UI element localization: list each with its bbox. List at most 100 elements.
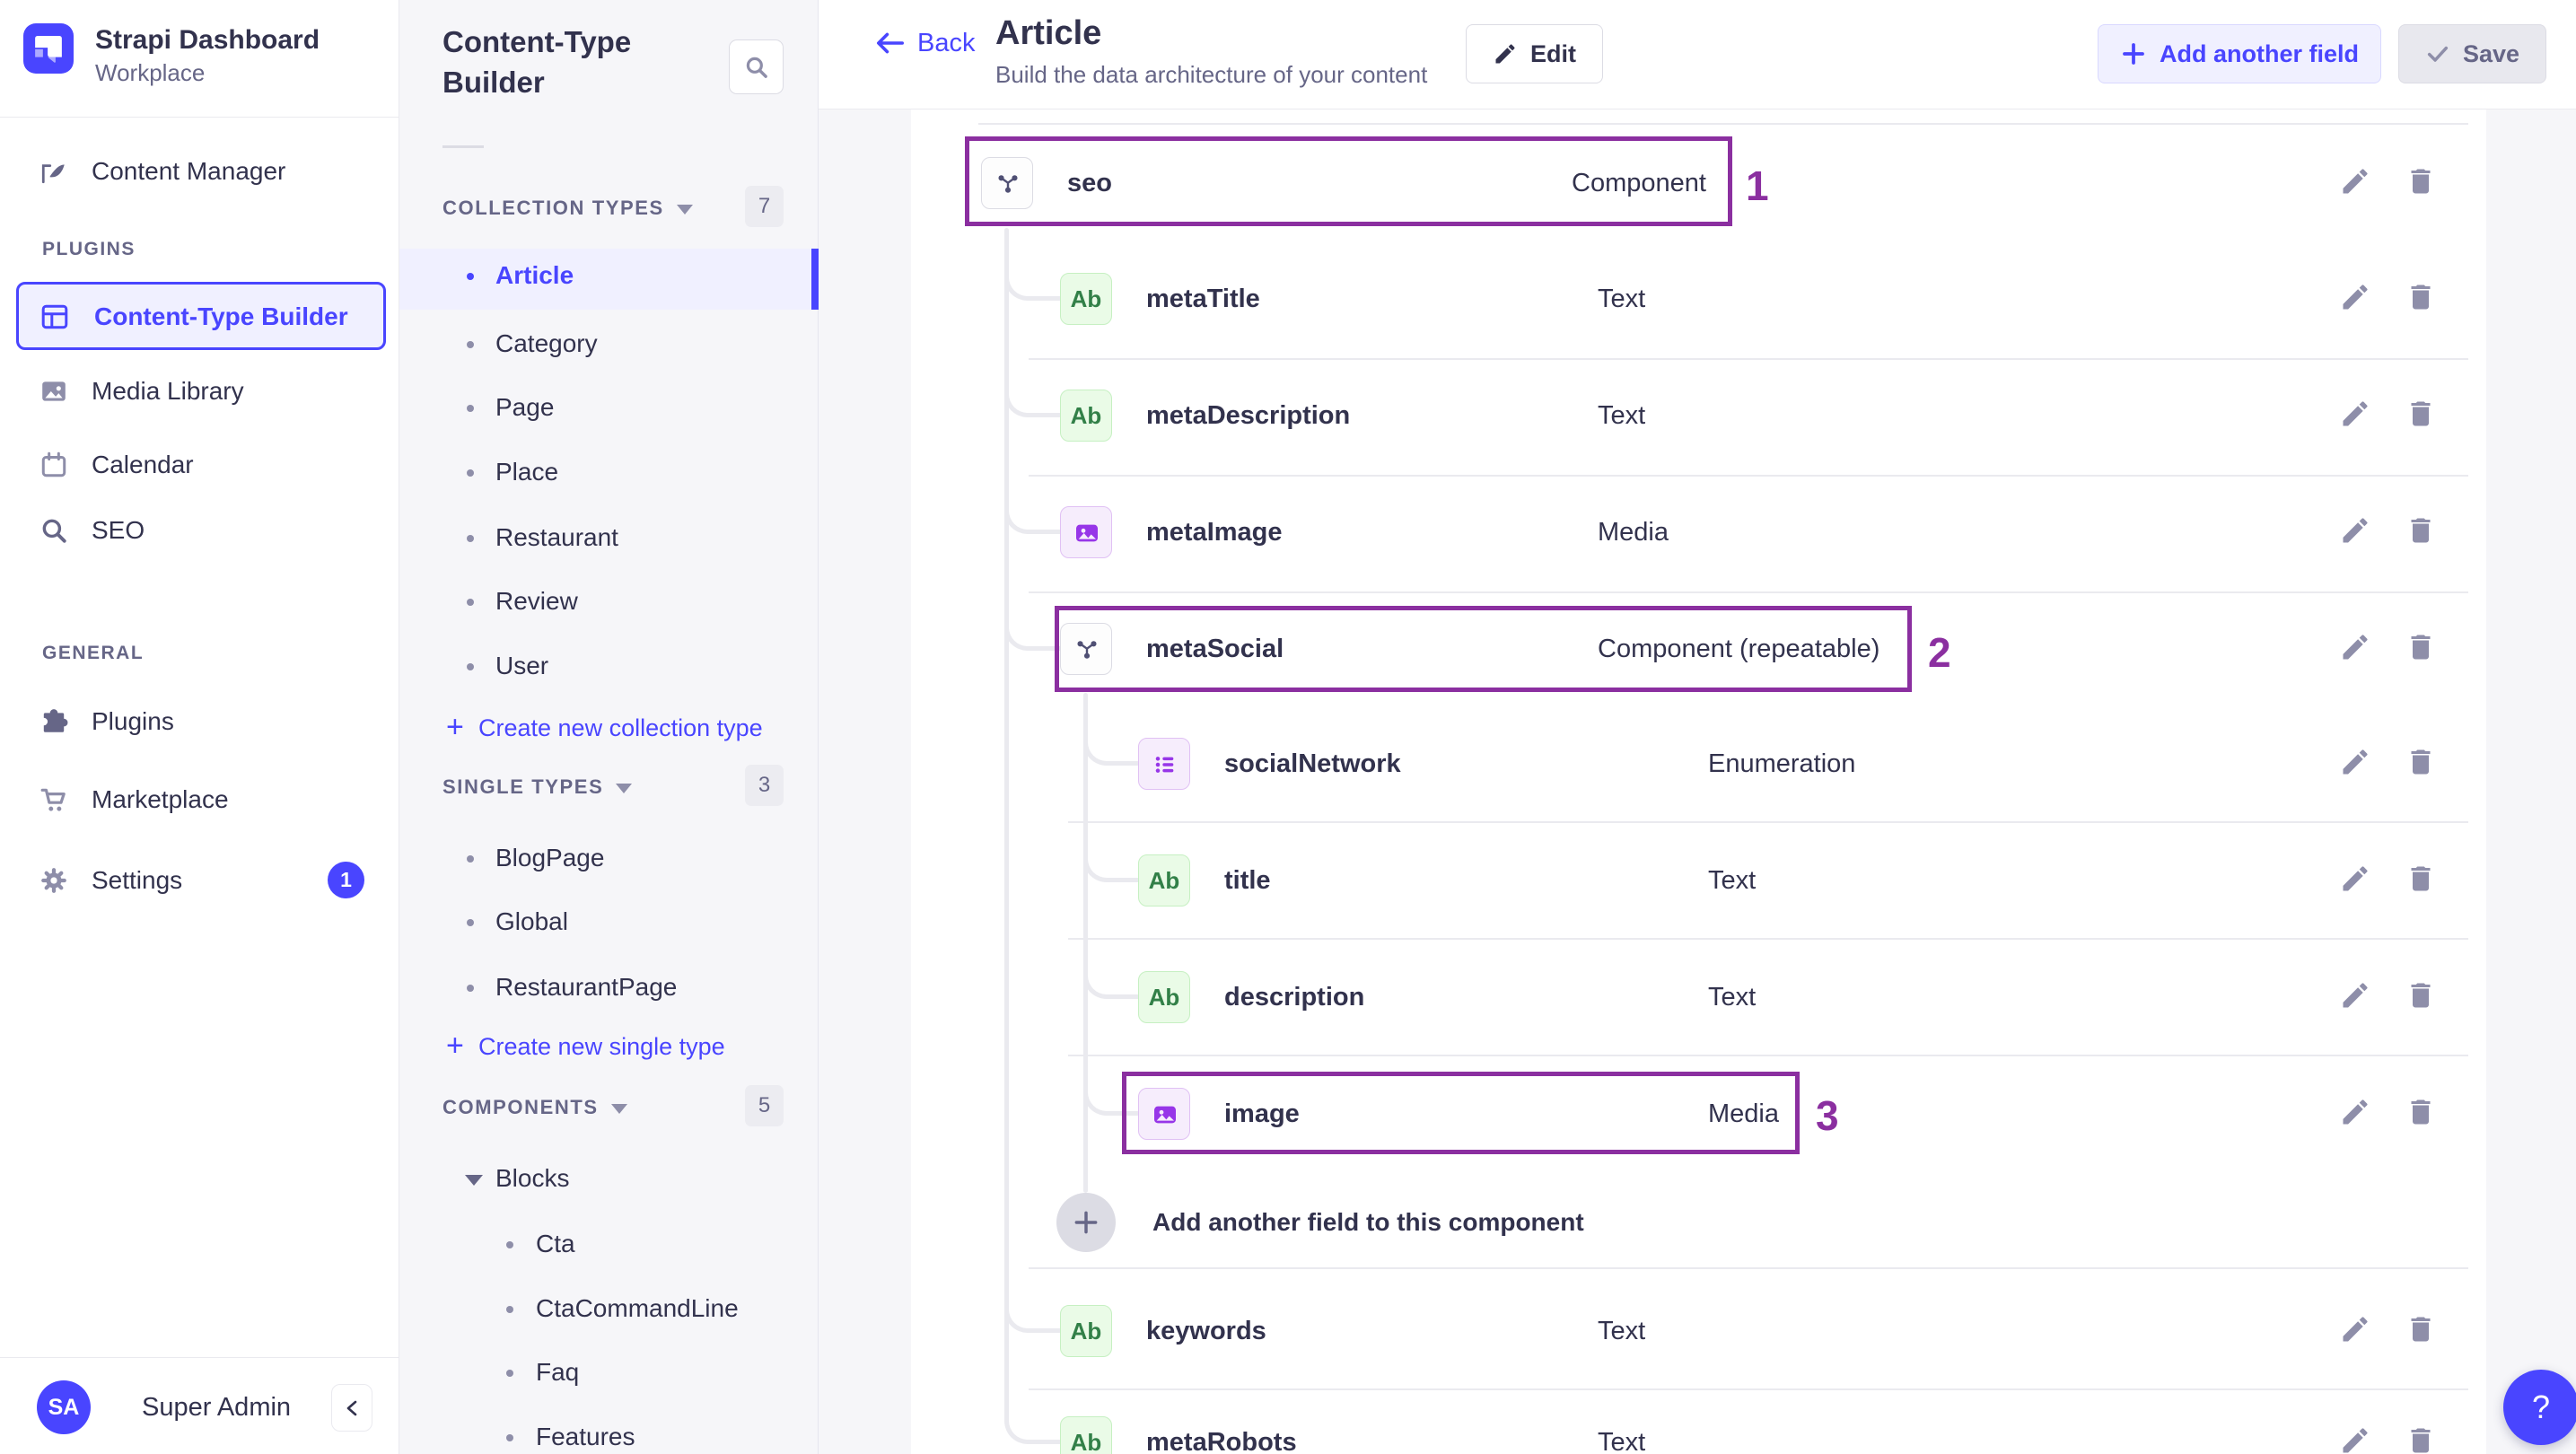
- annotation-number-3: 3: [1816, 1092, 1839, 1139]
- page-subtitle: Build the data architecture of your cont…: [995, 61, 1428, 88]
- edit-button-label: Edit: [1530, 39, 1576, 67]
- collection-type-restaurant[interactable]: Restaurant: [399, 512, 819, 563]
- field-name: socialNetwork: [1224, 749, 1401, 778]
- nav-item-label: Calendar: [92, 451, 194, 478]
- add-field-to-component-button[interactable]: Add another field to this component: [911, 1178, 2437, 1267]
- single-type-restaurantpage[interactable]: RestaurantPage: [399, 962, 819, 1012]
- nav-item-seo[interactable]: SEO: [0, 504, 399, 556]
- layout-grid-icon: [40, 302, 69, 331]
- edit-field-button[interactable]: [2339, 1096, 2375, 1132]
- check-icon: [2427, 46, 2449, 62]
- collection-type-page[interactable]: Page: [399, 382, 819, 433]
- edit-field-button[interactable]: [2339, 746, 2375, 782]
- delete-field-button[interactable]: [2405, 1313, 2440, 1349]
- delete-field-button[interactable]: [2405, 979, 2440, 1015]
- section-single-types[interactable]: SINGLE TYPES: [442, 766, 633, 808]
- plus-icon: [2123, 43, 2144, 65]
- component-features[interactable]: Features: [399, 1412, 819, 1454]
- divider: [1029, 1388, 2468, 1390]
- field-row-image: image Media: [911, 1069, 2486, 1159]
- collection-type-article[interactable]: Article: [399, 250, 819, 301]
- delete-field-button[interactable]: [2405, 1096, 2440, 1132]
- save-button[interactable]: Save: [2398, 24, 2546, 83]
- nav-item-media-library[interactable]: Media Library: [0, 365, 399, 417]
- bullet-icon: [467, 855, 474, 863]
- section-label: SINGLE TYPES: [442, 775, 604, 798]
- edit-field-button[interactable]: [2339, 398, 2375, 434]
- delete-field-button[interactable]: [2405, 514, 2440, 550]
- section-label: COMPONENTS: [442, 1096, 599, 1118]
- user-name: Super Admin: [142, 1393, 292, 1422]
- delete-field-button[interactable]: [2405, 398, 2440, 434]
- trash-icon: [2411, 518, 2431, 543]
- nav-item-content-type-builder[interactable]: Content-Type Builder: [16, 282, 386, 350]
- component-cta[interactable]: Cta: [399, 1219, 819, 1269]
- help-button[interactable]: ?: [2503, 1370, 2576, 1445]
- strapi-dashboard: Strapi Dashboard Workplace Content Manag…: [0, 0, 2576, 1454]
- component-group-blocks[interactable]: Blocks: [399, 1153, 819, 1204]
- delete-field-button[interactable]: [2405, 631, 2440, 667]
- field-type: Media: [1708, 1099, 1779, 1128]
- back-link[interactable]: Back: [874, 27, 975, 81]
- trash-icon: [2411, 1428, 2431, 1453]
- field-row-metadescription: Ab metaDescription Text: [911, 371, 2486, 460]
- annotation-number-2: 2: [1928, 629, 1951, 676]
- add-another-field-button[interactable]: Add another field: [2098, 24, 2381, 83]
- edit-field-button[interactable]: [2339, 165, 2375, 201]
- nav-item-plugins[interactable]: Plugins: [0, 696, 399, 748]
- edit-field-button[interactable]: [2339, 281, 2375, 317]
- component-icon: [981, 157, 1033, 209]
- trash-icon: [2411, 169, 2431, 194]
- delete-field-button[interactable]: [2405, 281, 2440, 317]
- text-field-icon: Ab: [1060, 1305, 1112, 1357]
- section-collection-types[interactable]: COLLECTION TYPES: [442, 188, 693, 229]
- delete-field-button[interactable]: [2405, 1424, 2440, 1454]
- create-collection-type-link[interactable]: + Create new collection type: [399, 703, 819, 753]
- single-types-count: 3: [745, 765, 784, 806]
- collection-type-category[interactable]: Category: [399, 319, 819, 369]
- field-type: Component (repeatable): [1598, 635, 1880, 663]
- pencil-icon: [2343, 983, 2368, 1008]
- gear-icon: [39, 866, 68, 895]
- delete-field-button[interactable]: [2405, 746, 2440, 782]
- bullet-icon: [506, 1434, 513, 1441]
- collapse-sidebar-button[interactable]: [331, 1384, 372, 1432]
- field-type: Media: [1598, 518, 1669, 547]
- pencil-icon: [2343, 866, 2368, 891]
- nav-item-calendar[interactable]: Calendar: [0, 439, 399, 491]
- nav-item-content-manager[interactable]: Content Manager: [0, 145, 399, 197]
- divider: [0, 1357, 399, 1358]
- delete-field-button[interactable]: [2405, 165, 2440, 201]
- delete-field-button[interactable]: [2405, 863, 2440, 898]
- single-type-global[interactable]: Global: [399, 897, 819, 947]
- search-icon: [746, 57, 767, 78]
- component-faq[interactable]: Faq: [399, 1347, 819, 1397]
- avatar[interactable]: SA: [37, 1380, 91, 1434]
- collection-type-user[interactable]: User: [399, 641, 819, 691]
- edit-button[interactable]: Edit: [1466, 24, 1603, 83]
- edit-field-button[interactable]: [2339, 631, 2375, 667]
- nav-item-marketplace[interactable]: Marketplace: [0, 774, 399, 826]
- pencil-icon: [2343, 1428, 2368, 1453]
- field-name: keywords: [1146, 1317, 1266, 1345]
- pencil-icon: [2343, 401, 2368, 426]
- edit-field-button[interactable]: [2339, 514, 2375, 550]
- field-row-title: Ab title Text: [911, 836, 2486, 925]
- edit-field-button[interactable]: [2339, 1424, 2375, 1454]
- collection-type-review[interactable]: Review: [399, 576, 819, 626]
- nav-item-label: Content Manager: [92, 157, 286, 185]
- create-single-type-link[interactable]: + Create new single type: [399, 1021, 819, 1072]
- page-header: Back Article Build the data architecture…: [819, 0, 2576, 109]
- section-components[interactable]: COMPONENTS: [442, 1087, 627, 1128]
- collection-type-place[interactable]: Place: [399, 447, 819, 497]
- field-row-description: Ab description Text: [911, 952, 2486, 1042]
- edit-field-button[interactable]: [2339, 863, 2375, 898]
- single-type-blogpage[interactable]: BlogPage: [399, 833, 819, 883]
- workspace-header[interactable]: Strapi Dashboard Workplace: [23, 23, 382, 95]
- nav-section-general: GENERAL: [42, 643, 145, 663]
- edit-field-button[interactable]: [2339, 979, 2375, 1015]
- component-ctacommandline[interactable]: CtaCommandLine: [399, 1283, 819, 1334]
- media-field-icon: [1060, 506, 1112, 558]
- search-button[interactable]: [729, 39, 784, 94]
- edit-field-button[interactable]: [2339, 1313, 2375, 1349]
